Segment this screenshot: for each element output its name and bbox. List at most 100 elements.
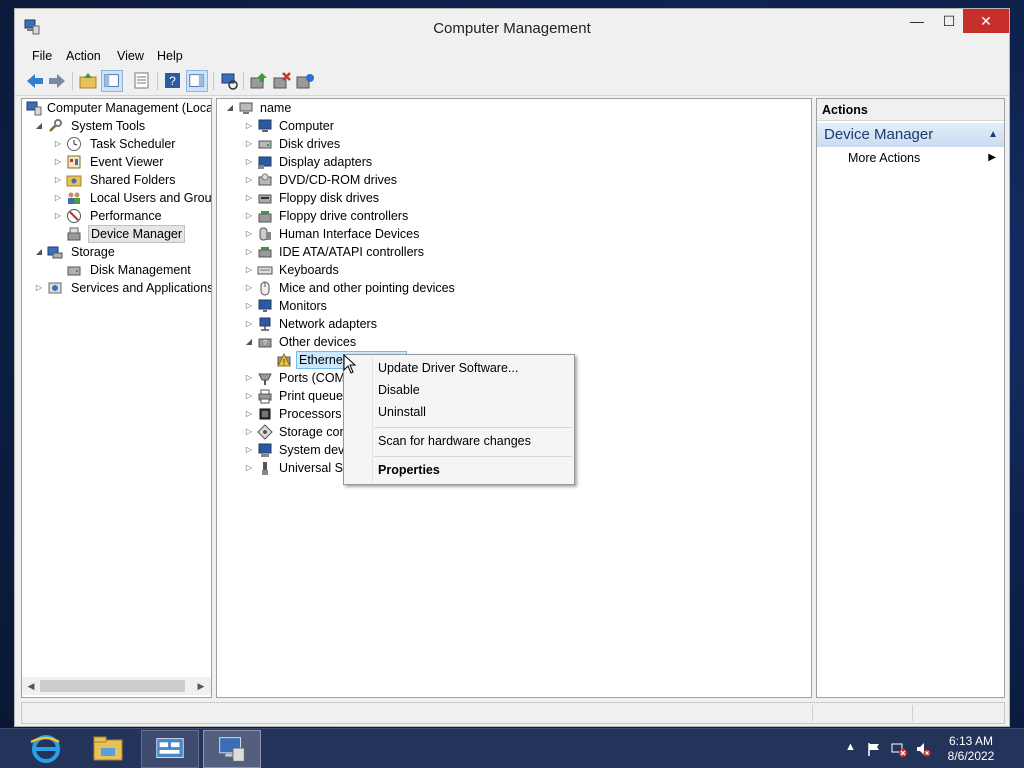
floppy-icon bbox=[258, 194, 272, 204]
menu-help[interactable]: Help bbox=[157, 49, 183, 63]
menu-uninstall[interactable]: Uninstall bbox=[378, 405, 426, 419]
actions-group-device-manager[interactable]: Device Manager ▲ bbox=[817, 123, 1004, 147]
menu-file[interactable]: File bbox=[32, 49, 52, 63]
expanded-arrow-icon[interactable]: ◢ bbox=[244, 333, 254, 351]
help-icon[interactable]: ? bbox=[162, 70, 184, 92]
toolbar-separator bbox=[157, 72, 158, 90]
expanded-arrow-icon[interactable]: ◢ bbox=[34, 243, 44, 261]
collapsed-arrow-icon[interactable]: ▷ bbox=[244, 261, 254, 279]
collapsed-arrow-icon[interactable]: ▷ bbox=[244, 423, 254, 441]
system-clock[interactable]: 6:13 AM 8/6/2022 bbox=[940, 734, 1002, 764]
scan-hardware-icon[interactable] bbox=[218, 70, 240, 92]
collapsed-arrow-icon[interactable]: ▷ bbox=[244, 207, 254, 225]
internet-explorer-icon[interactable] bbox=[17, 730, 75, 768]
file-explorer-icon[interactable] bbox=[79, 730, 137, 768]
performance-icon bbox=[67, 209, 81, 223]
tree-item-label: Task Scheduler bbox=[90, 137, 176, 151]
scroll-right-icon[interactable]: ▶ bbox=[194, 678, 208, 694]
collapsed-arrow-icon[interactable]: ▷ bbox=[244, 243, 254, 261]
menu-scan-for-hardware-changes[interactable]: Scan for hardware changes bbox=[378, 434, 531, 448]
device-category-label: IDE ATA/ATAPI controllers bbox=[279, 245, 424, 259]
export-list-icon[interactable] bbox=[131, 70, 153, 92]
users-icon bbox=[68, 192, 80, 204]
context-menu-gutter bbox=[372, 357, 373, 482]
show-hide-console-tree-icon[interactable] bbox=[101, 70, 123, 92]
collapsed-arrow-icon[interactable]: ▷ bbox=[244, 279, 254, 297]
show-hide-action-pane-icon[interactable] bbox=[186, 70, 208, 92]
tree-item-label: Storage bbox=[71, 245, 115, 259]
disk-management-icon bbox=[67, 266, 81, 276]
enable-device-icon[interactable] bbox=[294, 70, 316, 92]
event-viewer-icon bbox=[67, 155, 81, 169]
scroll-left-icon[interactable]: ◀ bbox=[24, 678, 38, 694]
collapsed-arrow-icon[interactable]: ▷ bbox=[53, 171, 63, 189]
storage-icon bbox=[47, 246, 63, 259]
device-category-label: DVD/CD-ROM drives bbox=[279, 173, 398, 187]
collapsed-arrow-icon[interactable]: ▷ bbox=[244, 171, 254, 189]
collapsed-arrow-icon[interactable]: ▷ bbox=[244, 369, 254, 387]
computer-management-taskbar-icon[interactable] bbox=[203, 730, 261, 768]
server-manager-icon[interactable] bbox=[141, 730, 199, 768]
tree-item-label: System Tools bbox=[71, 119, 146, 133]
toolbar-separator bbox=[213, 72, 214, 90]
collapsed-arrow-icon[interactable]: ▷ bbox=[244, 387, 254, 405]
monitor-icon bbox=[258, 299, 272, 312]
more-actions-item[interactable]: More Actions bbox=[848, 151, 920, 165]
collapsed-arrow-icon[interactable]: ▷ bbox=[53, 189, 63, 207]
horizontal-scrollbar[interactable]: ◀ ▶ bbox=[22, 677, 211, 695]
expanded-arrow-icon[interactable]: ◢ bbox=[34, 117, 44, 135]
port-icon bbox=[258, 373, 272, 385]
menu-properties[interactable]: Properties bbox=[378, 463, 440, 477]
collapsed-arrow-icon[interactable]: ▷ bbox=[244, 459, 254, 477]
expanded-arrow-icon[interactable]: ◢ bbox=[225, 99, 235, 117]
collapse-up-icon[interactable]: ▲ bbox=[988, 123, 998, 147]
storage-controller-icon bbox=[257, 424, 273, 440]
update-driver-icon[interactable] bbox=[248, 70, 270, 92]
shared-folders-icon bbox=[66, 175, 82, 187]
collapsed-arrow-icon[interactable]: ▷ bbox=[244, 189, 254, 207]
back-arrow-icon[interactable] bbox=[24, 70, 46, 92]
collapsed-arrow-icon[interactable]: ▷ bbox=[244, 225, 254, 243]
minimize-button[interactable]: — bbox=[903, 9, 931, 33]
collapsed-arrow-icon[interactable]: ▷ bbox=[53, 153, 63, 171]
network-disconnected-icon[interactable] bbox=[891, 741, 907, 757]
collapsed-arrow-icon[interactable]: ▷ bbox=[53, 135, 63, 153]
console-tree-panel: Computer Management (Local ◢ System Tool… bbox=[21, 98, 212, 698]
window-title: Computer Management bbox=[433, 20, 591, 37]
device-category-label: Monitors bbox=[279, 299, 327, 313]
actions-header: Actions bbox=[817, 99, 1004, 121]
collapsed-arrow-icon[interactable]: ▷ bbox=[244, 441, 254, 459]
tree-item-label: Computer Management (Local bbox=[47, 101, 212, 115]
title-bar[interactable]: Computer Management — ☐ ✕ bbox=[15, 9, 1009, 47]
warning-device-icon: ! bbox=[277, 352, 291, 367]
collapsed-arrow-icon[interactable]: ▷ bbox=[244, 135, 254, 153]
scrollbar-thumb[interactable] bbox=[40, 680, 185, 692]
action-center-flag-icon[interactable] bbox=[866, 741, 882, 757]
tree-item-label: Services and Applications bbox=[71, 281, 212, 295]
uninstall-device-icon[interactable] bbox=[271, 70, 293, 92]
menu-action[interactable]: Action bbox=[66, 49, 101, 63]
collapsed-arrow-icon[interactable]: ▷ bbox=[244, 315, 254, 333]
collapsed-arrow-icon[interactable]: ▷ bbox=[244, 297, 254, 315]
mouse-icon bbox=[260, 281, 270, 296]
volume-muted-icon[interactable] bbox=[915, 741, 931, 757]
collapsed-arrow-icon[interactable]: ▷ bbox=[244, 153, 254, 171]
up-folder-icon[interactable] bbox=[77, 70, 99, 92]
show-hidden-icons-icon[interactable]: ▲ bbox=[845, 741, 861, 757]
device-category-label: Print queues bbox=[279, 389, 350, 403]
menu-disable[interactable]: Disable bbox=[378, 383, 420, 397]
submenu-arrow-icon[interactable]: ▶ bbox=[988, 152, 996, 163]
collapsed-arrow-icon[interactable]: ▷ bbox=[244, 117, 254, 135]
collapsed-arrow-icon[interactable]: ▷ bbox=[34, 279, 44, 297]
close-button[interactable]: ✕ bbox=[963, 9, 1009, 33]
menu-view[interactable]: View bbox=[117, 49, 144, 63]
menu-update-driver-software[interactable]: Update Driver Software... bbox=[378, 361, 518, 375]
collapsed-arrow-icon[interactable]: ▷ bbox=[53, 207, 63, 225]
context-menu-separator bbox=[374, 427, 572, 428]
network-adapter-icon bbox=[259, 317, 271, 331]
mouse-cursor-icon bbox=[343, 354, 357, 374]
maximize-button[interactable]: ☐ bbox=[935, 9, 963, 33]
computer-icon bbox=[258, 119, 272, 132]
collapsed-arrow-icon[interactable]: ▷ bbox=[244, 405, 254, 423]
forward-arrow-icon[interactable] bbox=[46, 70, 68, 92]
